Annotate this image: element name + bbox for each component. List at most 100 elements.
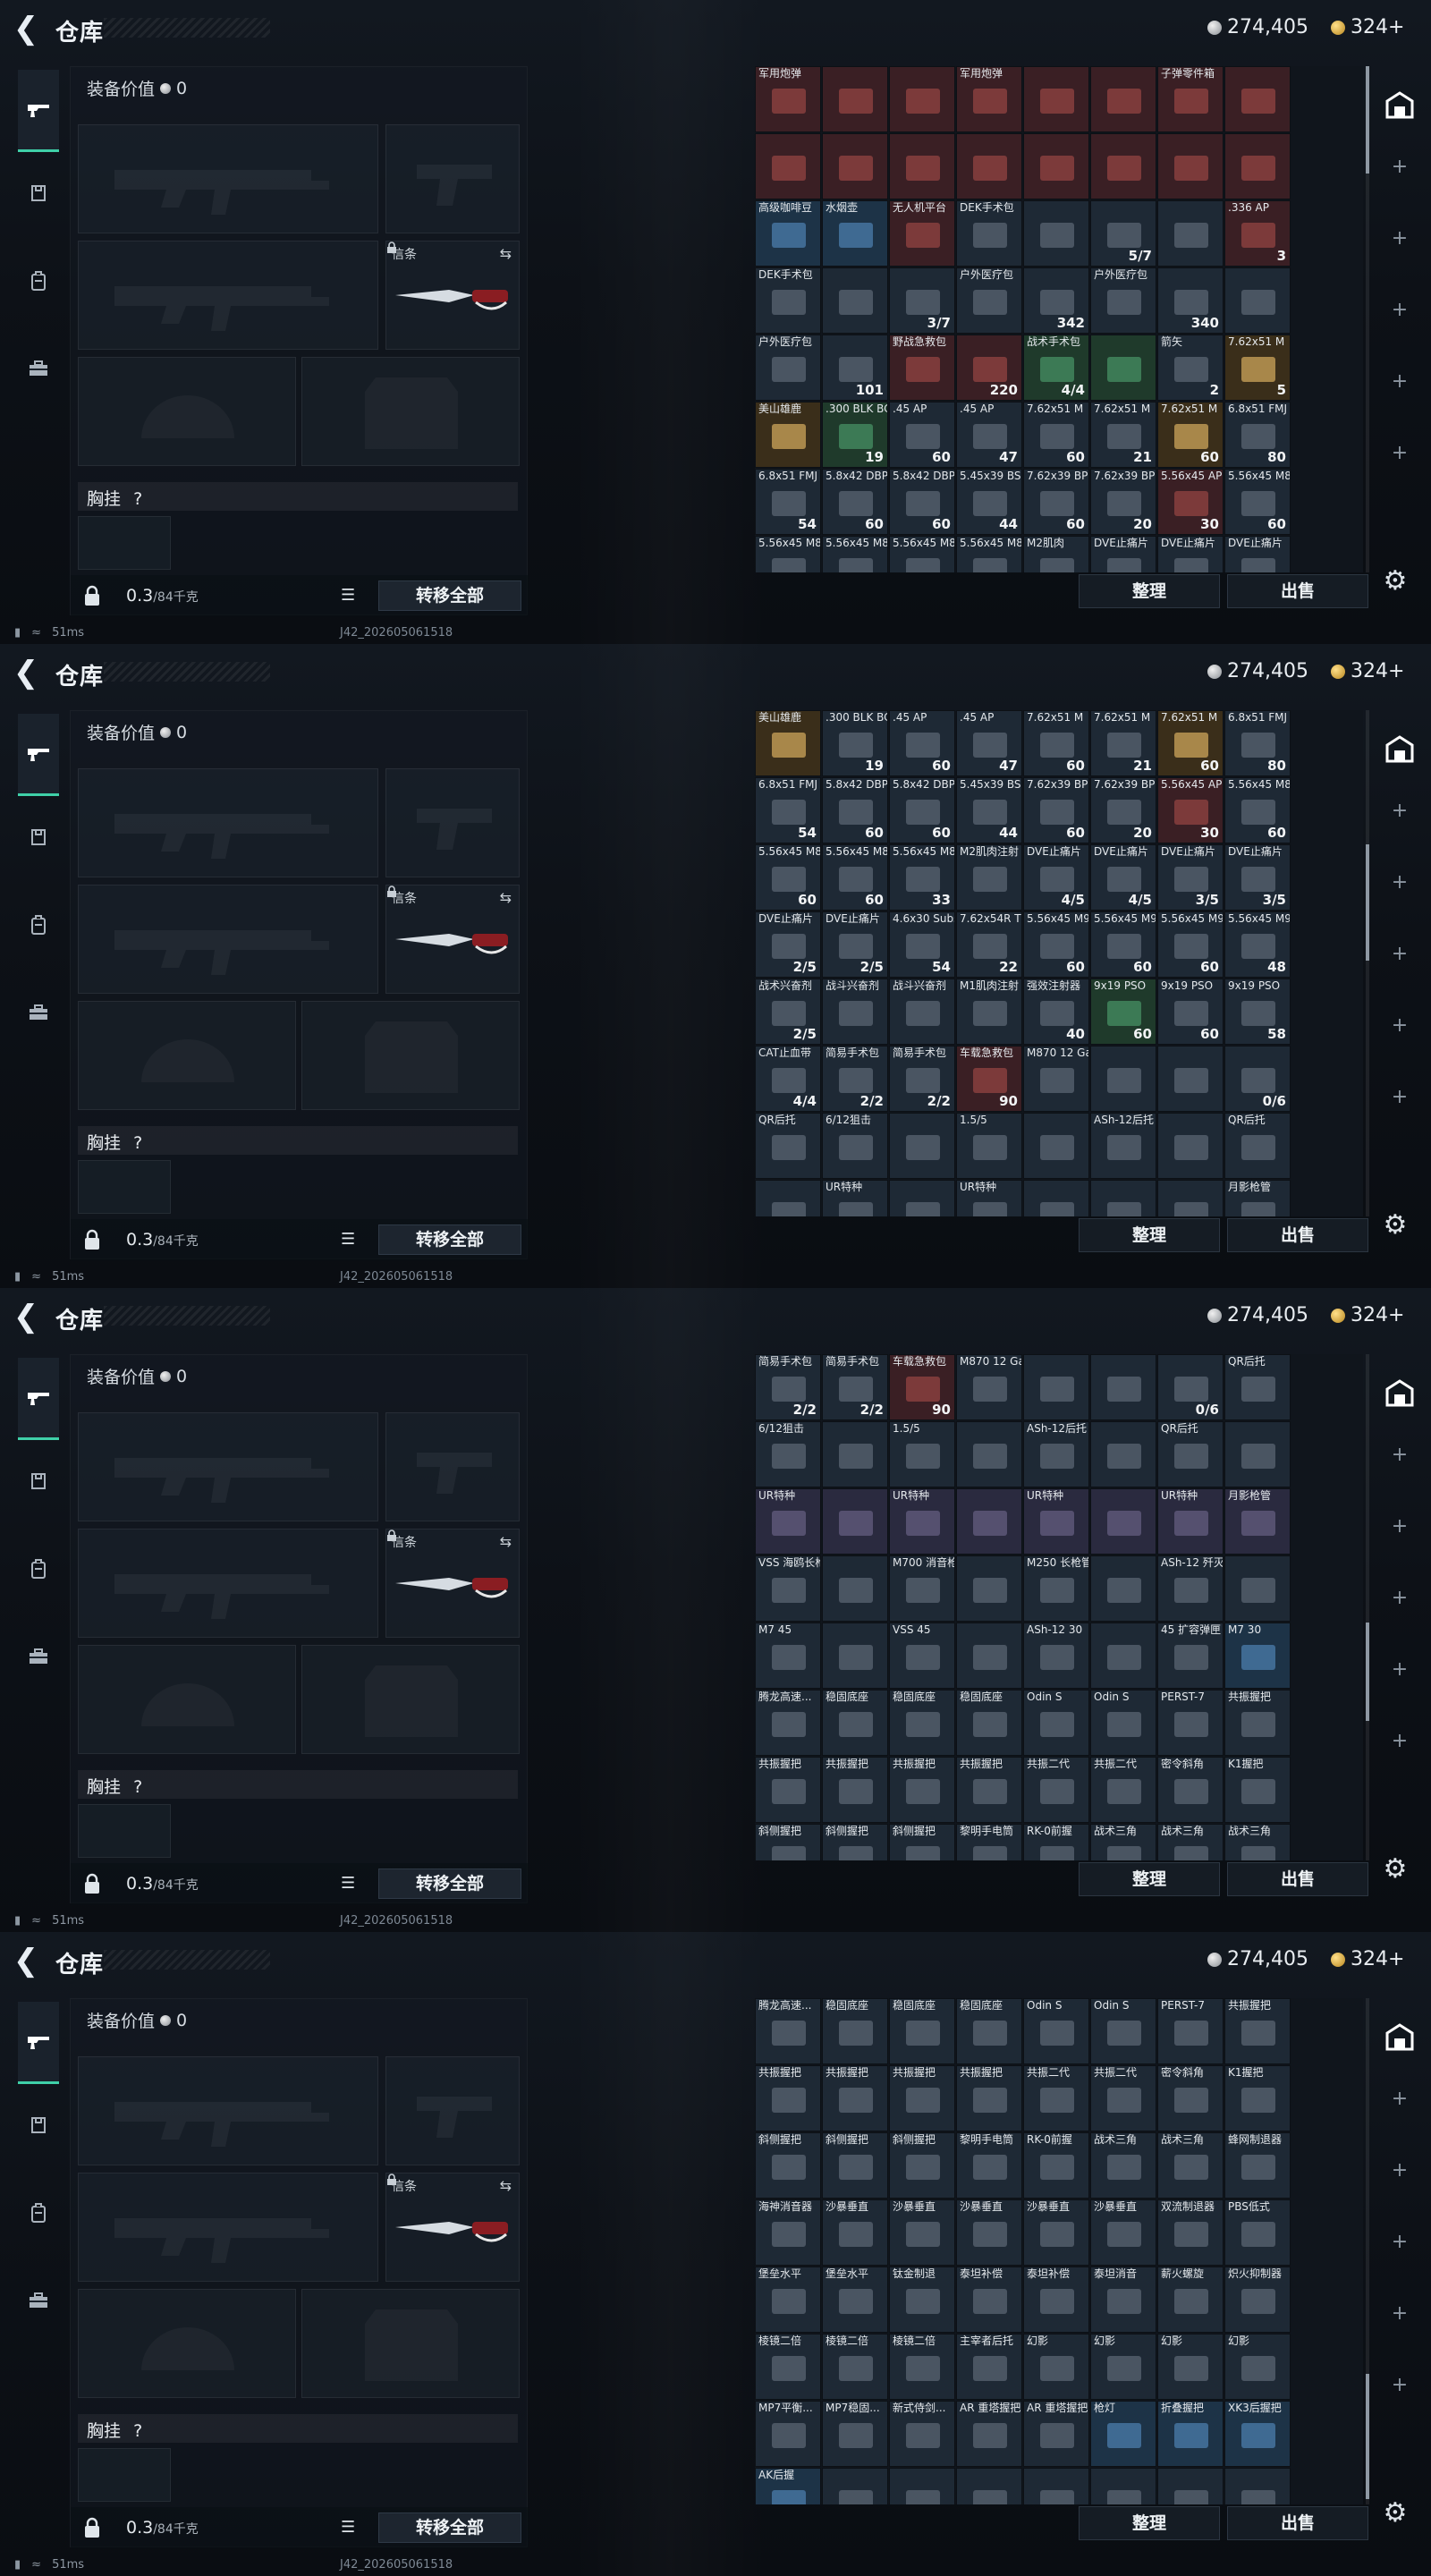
inventory-item[interactable]: 简易手术包 2/2 <box>822 1354 888 1420</box>
inventory-item[interactable]: 共振握把 <box>956 1757 1022 1823</box>
inventory-item[interactable]: QR后托 <box>755 1113 821 1179</box>
inventory-item[interactable]: 无人机平台 <box>889 200 955 267</box>
primary-weapon-slot[interactable] <box>78 2056 378 2165</box>
inventory-item[interactable]: 稳固底座 <box>889 1998 955 2064</box>
sell-button[interactable]: 出售 <box>1227 574 1368 608</box>
inventory-item[interactable]: 户外医疗包 <box>1090 267 1156 334</box>
inventory-item[interactable]: 强效注射器 40 <box>1023 979 1089 1045</box>
inventory-item[interactable]: Odin S <box>1023 1690 1089 1756</box>
inventory-item[interactable] <box>1224 1421 1291 1487</box>
inventory-item[interactable] <box>1157 2468 1224 2504</box>
inventory-item[interactable]: DVE止痛片 2/5 <box>755 911 821 978</box>
primary-weapon-slot[interactable] <box>78 768 378 877</box>
inventory-item[interactable]: 5.56x45 M855A1 <box>889 536 955 572</box>
tab-weapons[interactable] <box>18 1358 59 1440</box>
inventory-item[interactable]: AK后握 <box>755 2468 821 2504</box>
add-storage-button[interactable]: + <box>1377 299 1422 326</box>
inventory-item[interactable]: 5.56x45 M855A1 60 <box>822 844 888 911</box>
inventory-item[interactable] <box>1224 2468 1291 2504</box>
back-button[interactable]: ❮ <box>13 657 39 689</box>
inventory-item[interactable]: 战术手术包 4/4 <box>1023 335 1089 401</box>
primary-weapon-slot[interactable] <box>78 1412 378 1521</box>
inventory-item[interactable] <box>1224 267 1291 334</box>
inventory-item[interactable] <box>1090 1421 1156 1487</box>
inventory-item[interactable]: M700 消音枪管 <box>889 1555 955 1622</box>
inventory-item[interactable]: 7.62x39 BP 60 <box>1023 469 1089 535</box>
tab-case[interactable] <box>18 2259 59 2342</box>
gold-currency[interactable]: 324+ <box>1331 660 1404 682</box>
inventory-item[interactable]: 沙暴垂直 <box>822 2199 888 2266</box>
sort-button[interactable]: 整理 <box>1079 1862 1220 1896</box>
inventory-item[interactable]: Odin S <box>1023 1998 1089 2064</box>
inventory-item[interactable]: 子弹零件箱 <box>1157 66 1224 132</box>
sort-button[interactable]: 整理 <box>1079 574 1220 608</box>
inventory-item[interactable] <box>1090 335 1156 401</box>
inventory-item[interactable]: 9x19 PSO 58 <box>1224 979 1291 1045</box>
inventory-item[interactable]: DVE止痛片 4/5 <box>1090 844 1156 911</box>
tab-armor[interactable] <box>18 796 59 878</box>
help-icon[interactable]: ? <box>133 489 142 509</box>
inventory-item[interactable] <box>1023 1113 1089 1179</box>
back-button[interactable]: ❮ <box>13 1945 39 1977</box>
inventory-item[interactable]: 野战急救包 <box>889 335 955 401</box>
inventory-item[interactable]: 简易手术包 2/2 <box>889 1046 955 1112</box>
inventory-item[interactable]: 7.62x51 M 21 <box>1090 710 1156 776</box>
inventory-item[interactable]: 5.56x45 M995 60 <box>1157 911 1224 978</box>
inventory-item[interactable]: 6.8x51 FMJ 80 <box>1224 402 1291 468</box>
secondary-weapon-slot[interactable] <box>385 768 520 877</box>
inventory-item[interactable] <box>822 1623 888 1689</box>
inventory-item[interactable]: .336 AP 3 <box>1224 200 1291 267</box>
inventory-item[interactable] <box>822 1488 888 1555</box>
inventory-item[interactable]: 5.56x45 M995 60 <box>1090 911 1156 978</box>
inventory-item[interactable]: 堡垒水平 <box>822 2267 888 2333</box>
inventory-item[interactable]: 堡垒水平 <box>755 2267 821 2333</box>
inventory-item[interactable]: 5.56x45 M855A1 <box>822 536 888 572</box>
inventory-item[interactable]: 5.45x39 BS 44 <box>956 469 1022 535</box>
inventory-item[interactable]: 7.62x51 M 5 <box>1224 335 1291 401</box>
inventory-item[interactable]: ASh-12 30 <box>1023 1623 1089 1689</box>
tab-case[interactable] <box>18 1615 59 1698</box>
inventory-item[interactable] <box>1157 1046 1224 1112</box>
inventory-item[interactable] <box>1157 200 1224 267</box>
tab-weapons[interactable] <box>18 70 59 152</box>
inventory-item[interactable]: 斜侧握把 <box>889 1824 955 1860</box>
inventory-item[interactable]: 共振二代 <box>1023 1757 1089 1823</box>
inventory-item[interactable]: 5/7 <box>1090 200 1156 267</box>
inventory-item[interactable]: 车载急救包 90 <box>889 1354 955 1420</box>
inventory-item[interactable] <box>1090 66 1156 132</box>
inventory-item[interactable]: 5.8x42 DBP10 60 <box>889 777 955 843</box>
inventory-item[interactable] <box>822 66 888 132</box>
inventory-item[interactable]: .45 AP 47 <box>956 402 1022 468</box>
inventory-item[interactable]: 水烟壶 <box>822 200 888 267</box>
inventory-item[interactable]: QR后托 <box>1157 1421 1224 1487</box>
inventory-item[interactable] <box>755 1180 821 1216</box>
inventory-item[interactable]: 共振二代 <box>1023 2065 1089 2131</box>
settings-button[interactable]: ⚙ <box>1377 1209 1413 1245</box>
inventory-item[interactable]: 5.56x45 M855A1 60 <box>1224 777 1291 843</box>
inventory-item[interactable] <box>1023 133 1089 199</box>
inventory-item[interactable]: M7 45 <box>755 1623 821 1689</box>
inventory-item[interactable]: 0/6 <box>1157 1354 1224 1420</box>
sort-button[interactable]: 整理 <box>1079 2506 1220 2540</box>
inventory-item[interactable] <box>1023 2468 1089 2504</box>
inventory-item[interactable]: RK-0前握 <box>1023 1824 1089 1860</box>
inventory-item[interactable] <box>822 2468 888 2504</box>
inventory-item[interactable]: M2肌肉注射 <box>956 844 1022 911</box>
inventory-item[interactable]: 密令斜角 <box>1157 1757 1224 1823</box>
help-icon[interactable]: ? <box>133 1133 142 1153</box>
inventory-item[interactable]: 共振握把 <box>755 1757 821 1823</box>
inventory-item[interactable]: 棱镜二倍 <box>755 2334 821 2400</box>
inventory-item[interactable]: M870 12 Gauge <box>1023 1046 1089 1112</box>
inventory-item[interactable]: 棱镜二倍 <box>822 2334 888 2400</box>
inventory-item[interactable]: 共振握把 <box>1224 1690 1291 1756</box>
inventory-item[interactable]: 棱镜二倍 <box>889 2334 955 2400</box>
storage-scroll-thumb[interactable] <box>1366 2374 1369 2499</box>
inventory-item[interactable] <box>889 1180 955 1216</box>
inventory-item[interactable] <box>1090 1555 1156 1622</box>
inventory-item[interactable]: DVE止痛片 3/5 <box>1224 844 1291 911</box>
inventory-item[interactable]: DVE止痛片 4/5 <box>1023 844 1089 911</box>
settings-button[interactable]: ⚙ <box>1377 2497 1413 2533</box>
inventory-item[interactable]: ASh-12 歼灭长枪管 <box>1157 1555 1224 1622</box>
inventory-item[interactable]: 腾龙高速... <box>755 1690 821 1756</box>
inventory-item[interactable]: AR 重塔握把 <box>956 2401 1022 2467</box>
